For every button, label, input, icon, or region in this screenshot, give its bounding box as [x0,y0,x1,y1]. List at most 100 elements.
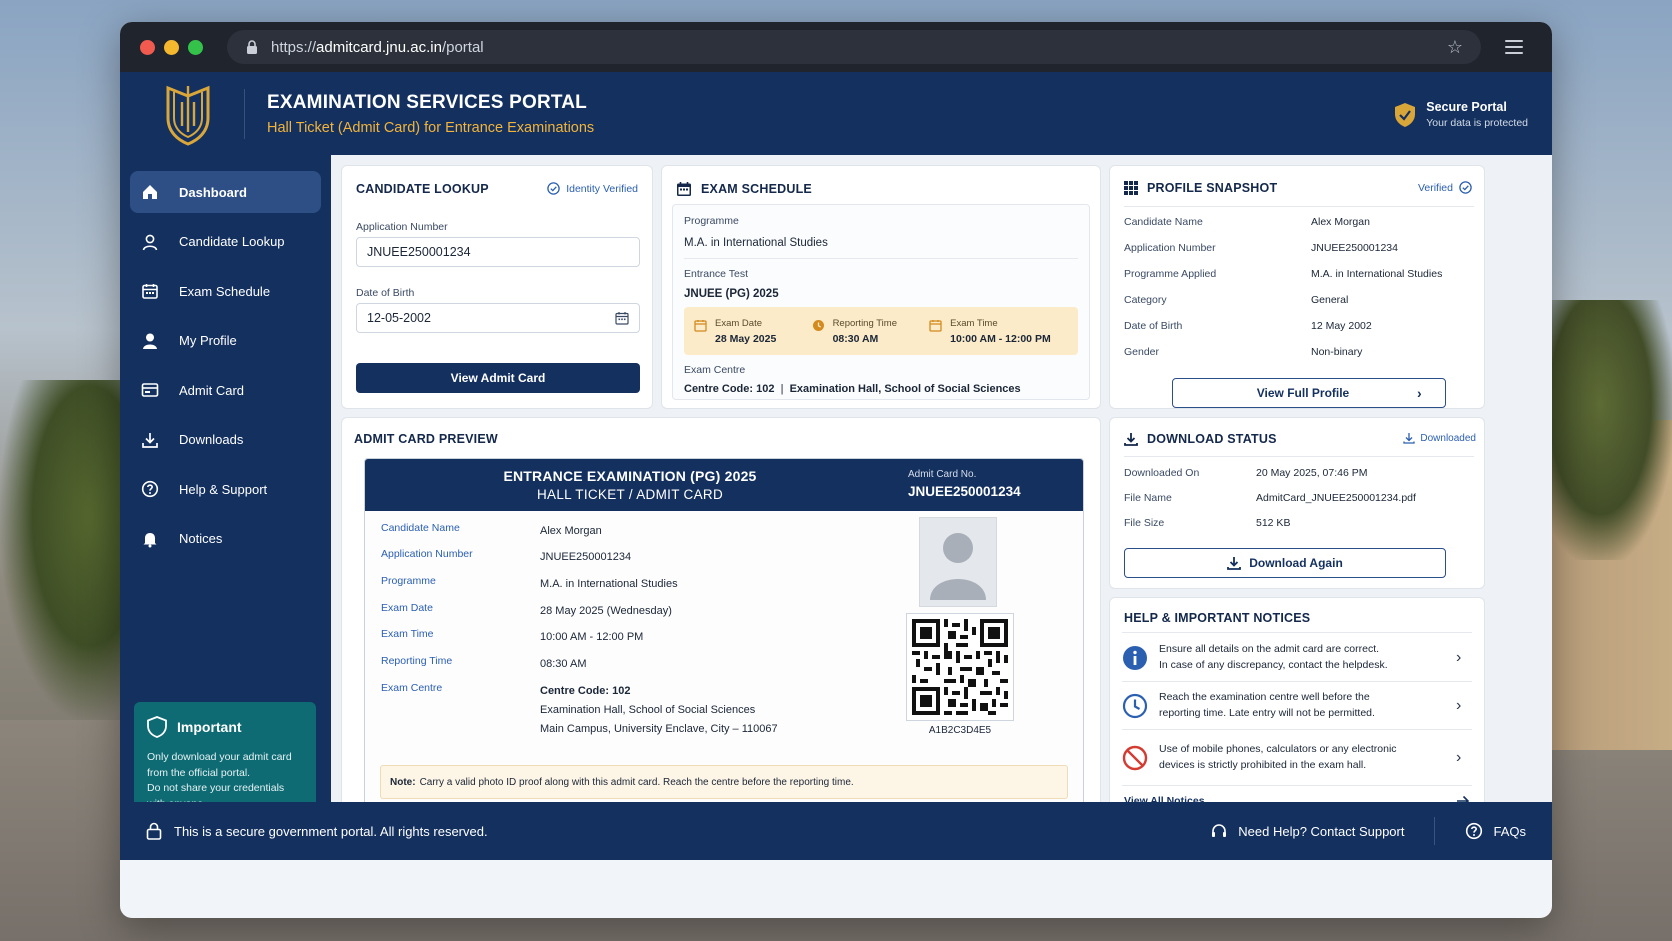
download-icon [1403,433,1416,444]
admit-card-note: Note: Carry a valid photo ID proof along … [380,765,1068,799]
profile-verified-badge: Verified [1418,181,1472,194]
candidate-photo-placeholder [919,517,997,607]
entrance-test-value: JNUEE (PG) 2025 [684,288,779,300]
exam-schedule-details: Programme M.A. in International Studies … [672,204,1090,400]
calendar-icon[interactable] [615,311,629,325]
admit-row: Exam Date 28 May 2025 (Wednesday) [381,602,672,617]
application-number-label: Application Number [356,221,448,233]
admit-card-subtitle: HALL TICKET / ADMIT CARD [537,487,723,502]
exam-time-item: Exam Time 10:00 AM - 12:00 PM [929,318,1068,345]
admit-card: ENTRANCE EXAMINATION (PG) 2025 HALL TICK… [364,458,1084,818]
secure-portal-badge: Secure Portal Your data is protected [1394,100,1528,129]
view-admit-card-button[interactable]: View Admit Card [356,363,640,393]
candidate-lookup-title: CANDIDATE LOOKUP [356,182,489,196]
profile-row: Category General [1124,294,1349,306]
dob-label: Date of Birth [356,287,415,299]
window-controls [140,39,203,55]
calendar-icon [694,319,707,332]
programme-value: M.A. in International Studies [684,237,828,249]
profile-row: Date of Birth 12 May 2002 [1124,320,1372,332]
sidebar-item-candidate-lookup[interactable]: Candidate Lookup [130,221,321,263]
calendar-icon [140,281,160,301]
identity-verified-badge: Identity Verified [547,182,638,195]
admit-card-exam-title: ENTRANCE EXAMINATION (PG) 2025 [503,468,757,484]
notice-item[interactable]: Ensure all details on the admit card are… [1122,634,1472,682]
bookmark-star-icon[interactable]: ☆ [1447,37,1463,58]
download-again-button[interactable]: Download Again [1124,548,1446,578]
profile-details: Candidate Name Alex Morgan Application Nu… [1124,209,1442,365]
university-logo [166,85,210,146]
minimize-window-button[interactable] [164,39,179,55]
admit-card-preview-title: ADMIT CARD PREVIEW [354,432,498,446]
sidebar-item-dashboard[interactable]: Dashboard [130,171,321,213]
profile-snapshot-title: PROFILE SNAPSHOT [1124,181,1277,195]
info-icon [1123,645,1147,670]
secure-subtitle: Your data is protected [1426,117,1528,129]
sidebar: Dashboard Candidate Lookup Exam Schedule… [120,155,331,860]
reporting-time-item: Reporting Time 08:30 AM [812,318,930,345]
secure-title: Secure Portal [1426,100,1507,114]
programme-label: Programme [684,215,739,227]
sidebar-item-exam-schedule[interactable]: Exam Schedule [130,270,321,312]
profile-row: Candidate Name Alex Morgan [1124,216,1370,228]
user-icon [140,232,160,252]
sidebar-item-admit-card[interactable]: Admit Card [130,369,321,411]
dob-input[interactable]: 12-05-2002 [356,303,640,333]
exam-timing-strip: Exam Date 28 May 2025 Reporting Time 08:30… [684,307,1078,355]
clock-icon [1122,693,1148,718]
application-number-input[interactable]: JNUEE250001234 [356,237,640,267]
sidebar-item-label: Notices [179,531,223,546]
admit-row: Programme M.A. in International Studies [381,575,678,590]
grid-icon [1124,181,1138,195]
address-bar[interactable]: https://admitcard.jnu.ac.in/portal ☆ [227,30,1481,64]
lock-icon [247,40,257,54]
exam-schedule-card: EXAM SCHEDULE Programme M.A. in Internat… [661,165,1101,409]
avatar-icon [930,533,986,600]
faqs-link[interactable]: FAQs [1493,824,1526,839]
download-status-title: DOWNLOAD STATUS [1124,432,1277,446]
sidebar-item-notices[interactable]: Notices [130,518,321,560]
help-notices-title: HELP & IMPORTANT NOTICES [1124,611,1311,625]
chevron-right-icon: › [1456,696,1462,714]
download-icon [140,430,160,450]
page-title: EXAMINATION SERVICES PORTAL [267,91,587,113]
sidebar-item-label: Exam Schedule [179,283,271,299]
admit-row-centre: Exam Centre Centre Code: 102 Examination… [381,682,778,735]
important-title: Important [177,719,242,735]
exam-centre-label: Exam Centre [684,364,746,376]
contact-support-link[interactable]: Need Help? Contact Support [1238,824,1404,839]
download-details: Downloaded On 20 May 2025, 07:46 PM File … [1124,460,1416,535]
download-row: File Name AdmitCard_JNUEE250001234.pdf [1124,491,1416,504]
browser-menu-icon[interactable] [1505,40,1523,54]
profile-snapshot-card: PROFILE SNAPSHOT Verified Candidate Name… [1109,165,1485,409]
close-window-button[interactable] [140,39,155,55]
divider [684,258,1078,259]
prohibited-icon [1122,745,1148,770]
notice-item[interactable]: Reach the examination centre well before… [1122,682,1472,730]
profile-icon [140,331,160,351]
lock-icon [146,822,162,840]
maximize-window-button[interactable] [188,39,203,55]
sidebar-item-help-support[interactable]: Help & Support [130,468,321,510]
admit-card-no-label: Admit Card No. [908,469,977,480]
exam-date-item: Exam Date 28 May 2025 [694,318,812,345]
sidebar-item-my-profile[interactable]: My Profile [130,320,321,362]
calendar-icon [677,182,691,196]
exam-schedule-title: EXAM SCHEDULE [676,181,812,197]
calendar-icon [929,319,942,332]
notice-item[interactable]: Use of mobile phones, calculators or any… [1122,730,1472,786]
chevron-right-icon: › [1417,385,1422,401]
browser-window: https://admitcard.jnu.ac.in/portal ☆ EXA… [120,22,1552,918]
view-full-profile-button[interactable]: View Full Profile › [1172,378,1446,408]
sidebar-item-downloads[interactable]: Downloads [130,419,321,461]
download-row: File Size 512 KB [1124,516,1291,529]
exam-centre-value: Centre Code: 102 | Examination Hall, Sch… [684,383,1021,395]
headset-icon [1210,822,1228,840]
admit-card-preview-card: ADMIT CARD PREVIEW ENTRANCE EXAMINATION … [341,417,1101,825]
profile-row: Application Number JNUEE250001234 [1124,242,1398,254]
sidebar-item-label: Downloads [179,432,244,447]
check-circle-icon [547,182,560,195]
clock-icon [812,319,824,331]
header-titles: EXAMINATION SERVICES PORTAL Hall Ticket … [267,92,594,136]
background-tree [1552,300,1672,560]
